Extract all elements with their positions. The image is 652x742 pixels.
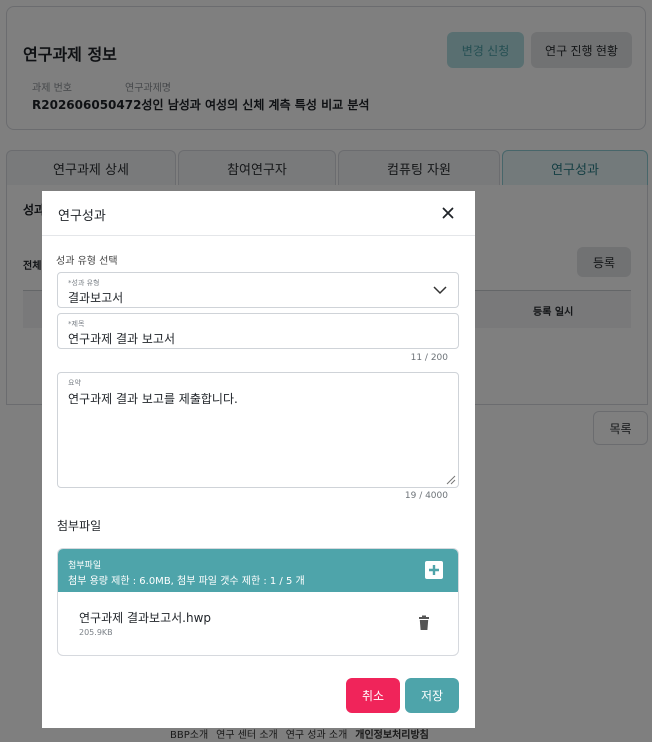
result-type-section-label: 성과 유형 선택 (56, 256, 118, 267)
trash-icon (419, 615, 429, 630)
attached-file-name[interactable]: 연구과제 결과보고서.hwp (79, 609, 211, 626)
attachment-header-label: 첨부파일 (68, 561, 102, 571)
attachment-section-title: 첨부파일 (57, 519, 102, 533)
close-button[interactable] (438, 203, 458, 223)
result-type-value: 결과보고서 (68, 291, 124, 305)
attachment-box: 첨부파일 첨부 용량 제한 : 6.0MB, 첨부 파일 갯수 제한 : 1 /… (57, 548, 459, 656)
attachment-limit-text: 첨부 용량 제한 : 6.0MB, 첨부 파일 갯수 제한 : 1 / 5 개 (68, 576, 305, 587)
cancel-button[interactable]: 취소 (346, 678, 400, 713)
save-button[interactable]: 저장 (405, 678, 459, 713)
title-char-count: 11 / 200 (410, 353, 448, 363)
plus-icon (429, 565, 439, 575)
summary-textarea[interactable]: 요약 연구과제 결과 보고를 제출합니다. (57, 372, 459, 488)
chevron-down-icon (433, 286, 447, 295)
resize-handle-icon[interactable] (446, 475, 456, 485)
attached-file-size: 205.9KB (79, 628, 113, 637)
summary-field-value: 연구과제 결과 보고를 제출합니다. (68, 392, 238, 406)
summary-char-count: 19 / 4000 (404, 491, 448, 501)
title-field[interactable]: *제목 연구과제 결과 보고서 (57, 313, 459, 349)
modal-header: 연구성과 (42, 191, 475, 236)
close-icon (442, 207, 454, 219)
research-result-modal: 연구성과 성과 유형 선택 *성과 유형 결과보고서 *제목 연구과제 결과 보… (42, 191, 475, 728)
delete-file-button[interactable] (415, 614, 433, 632)
add-file-button[interactable] (425, 561, 443, 579)
result-type-label: *성과 유형 (68, 279, 100, 287)
attachment-header: 첨부파일 첨부 용량 제한 : 6.0MB, 첨부 파일 갯수 제한 : 1 /… (58, 549, 458, 592)
title-field-value: 연구과제 결과 보고서 (68, 332, 175, 346)
summary-field-label: 요약 (68, 379, 81, 387)
modal-title: 연구성과 (58, 209, 106, 224)
title-field-label: *제목 (68, 320, 85, 328)
result-type-select[interactable]: *성과 유형 결과보고서 (57, 272, 459, 308)
